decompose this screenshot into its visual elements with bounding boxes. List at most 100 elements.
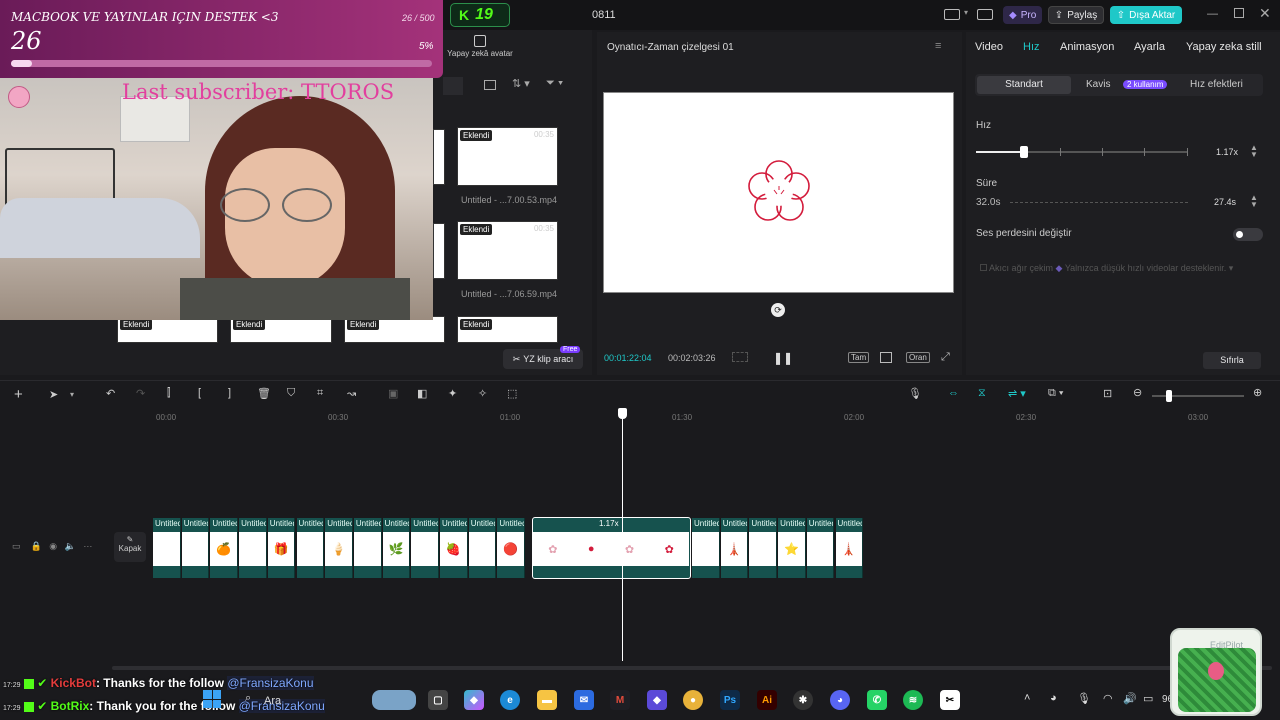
- task-view-icon[interactable]: ▢: [428, 690, 448, 710]
- timeline-clip[interactable]: Untitled 🎁: [267, 518, 296, 578]
- speed-slider-handle[interactable]: [1020, 146, 1028, 158]
- sort-icon[interactable]: ⇅ ▾: [512, 77, 530, 90]
- media-thumb[interactable]: Eklendi: [457, 316, 558, 343]
- tab-ai-style[interactable]: Yapay zeka still: [1186, 41, 1262, 53]
- close-icon[interactable]: ✕: [1259, 5, 1271, 22]
- menu-icon[interactable]: ≡: [935, 40, 941, 52]
- mail-icon[interactable]: ✉: [574, 690, 594, 710]
- tab-adjust[interactable]: Ayarla: [1134, 41, 1165, 53]
- trim-right-icon[interactable]: ]: [228, 387, 231, 399]
- export-button[interactable]: ⇧ Dışa Aktar: [1110, 6, 1182, 24]
- media-thumb[interactable]: Eklendi: [230, 316, 332, 343]
- delete-icon[interactable]: 🗑: [257, 387, 271, 400]
- split-icon[interactable]: ⫿: [167, 387, 171, 400]
- zoom-in-icon[interactable]: ⊕: [1253, 386, 1262, 399]
- media-thumb[interactable]: Eklendi 00:35: [457, 127, 558, 186]
- subtab-standard[interactable]: Standart: [977, 76, 1071, 94]
- linkage-icon[interactable]: ⇌ ▾: [1008, 387, 1026, 400]
- timeline-clip[interactable]: Untitled: [411, 518, 439, 578]
- gmail-icon[interactable]: M: [610, 690, 630, 710]
- waveform-icon[interactable]: [732, 352, 748, 362]
- shield-icon[interactable]: ⛉: [287, 387, 295, 400]
- tab-video[interactable]: Video: [975, 41, 1003, 53]
- tray-chevron-icon[interactable]: ˄: [1024, 692, 1030, 704]
- share-button[interactable]: ⇪ Paylaş: [1048, 6, 1104, 24]
- replay-icon[interactable]: ⟳: [771, 303, 785, 317]
- photoshop-icon[interactable]: Ps: [720, 690, 740, 710]
- tab-speed[interactable]: Hız: [1023, 41, 1040, 53]
- spotify-icon[interactable]: ≋: [903, 690, 923, 710]
- mirror-icon[interactable]: ◧: [417, 387, 427, 400]
- discord-icon[interactable]: ◕: [830, 690, 850, 710]
- start-icon[interactable]: [203, 690, 221, 708]
- smooth-checkbox[interactable]: [980, 264, 987, 271]
- grid-view-icon[interactable]: [484, 80, 496, 90]
- zoom-slider-handle[interactable]: [1166, 390, 1172, 402]
- link-icon[interactable]: ⇔: [948, 387, 959, 399]
- whatsapp-icon[interactable]: ✆: [867, 690, 887, 710]
- timeline-clip[interactable]: Untitled: [806, 518, 835, 578]
- screenshot-icon[interactable]: [880, 352, 892, 363]
- speed-curve-icon[interactable]: ↝: [347, 387, 356, 400]
- crop-icon[interactable]: ⌗: [317, 387, 323, 400]
- illustrator-icon[interactable]: Ai: [757, 690, 777, 710]
- select-tool-icon[interactable]: ➤: [49, 388, 58, 401]
- timeline-clip[interactable]: Untitled ⭐: [778, 518, 806, 578]
- cover-button[interactable]: ✎ Kapak: [114, 532, 146, 562]
- timeline-clip[interactable]: Untitled: [468, 518, 497, 578]
- timeline-clip[interactable]: Untitled 🗼: [720, 518, 749, 578]
- tray-mic-icon[interactable]: 🎙: [1077, 692, 1091, 705]
- taskbar-search-label[interactable]: Ara: [264, 695, 281, 707]
- timeline-clip[interactable]: Untitled: [239, 518, 267, 578]
- trim-left-icon[interactable]: [: [198, 387, 201, 399]
- speed-stepper-icon[interactable]: ▲ ▼: [1250, 144, 1258, 159]
- subtab-curve[interactable]: Kavis: [1086, 79, 1110, 90]
- vpn-icon[interactable]: ◆: [647, 690, 667, 710]
- add-icon[interactable]: +: [14, 386, 23, 403]
- pause-icon[interactable]: ❚❚: [773, 351, 793, 365]
- taskbar-search-icon[interactable]: ⌕: [245, 692, 251, 705]
- media-thumb[interactable]: Eklendi: [117, 316, 218, 343]
- playhead[interactable]: [622, 409, 623, 661]
- media-search-bar[interactable]: [443, 77, 463, 95]
- microphone-icon[interactable]: 🎙: [908, 387, 922, 400]
- ai-effect-icon[interactable]: ✦: [448, 387, 457, 400]
- tab-animation[interactable]: Animasyon: [1060, 41, 1114, 53]
- reset-button[interactable]: Sıfırla: [1203, 352, 1261, 369]
- hd-icon[interactable]: ⬚: [507, 387, 517, 400]
- layout-icon[interactable]: [944, 9, 960, 20]
- media-thumb[interactable]: [433, 129, 445, 185]
- minimize-icon[interactable]: —: [1207, 8, 1218, 20]
- fullscreen-icon[interactable]: ⤢: [941, 351, 950, 364]
- timeline-clip[interactable]: Untitled 🍊: [210, 518, 239, 578]
- timeline-clip[interactable]: Untitled: [692, 518, 720, 578]
- edge-icon[interactable]: e: [500, 690, 520, 710]
- media-thumb[interactable]: [433, 223, 445, 279]
- duration-value[interactable]: 27.4s: [1214, 197, 1236, 207]
- file-explorer-icon[interactable]: ▬: [537, 690, 557, 710]
- subtab-speed-effects[interactable]: Hız efektleri: [1190, 79, 1243, 90]
- timeline-clip[interactable]: Untitled: [181, 518, 210, 578]
- timeline-clip[interactable]: Untitled: [153, 518, 181, 578]
- battery-icon[interactable]: ▭: [1143, 692, 1153, 705]
- filter-icon[interactable]: ⏷ ▾: [546, 77, 563, 90]
- keyboard-icon[interactable]: [977, 9, 993, 20]
- tray-discord-icon[interactable]: ◕: [1050, 692, 1057, 704]
- full-quality-button[interactable]: Tam: [848, 352, 870, 363]
- timeline-clip[interactable]: Untitled 🗼: [835, 518, 864, 578]
- speed-value[interactable]: 1.17x: [1216, 147, 1238, 157]
- timeline-clip[interactable]: Untitled 🍦: [325, 518, 353, 578]
- chrome-icon[interactable]: ●: [683, 690, 703, 710]
- capcut-icon[interactable]: ✂: [940, 690, 960, 710]
- more-icon[interactable]: ···: [83, 541, 92, 551]
- timeline-clip[interactable]: Untitled 🔴: [497, 518, 526, 578]
- track-toggle-icon[interactable]: ▭: [12, 541, 21, 551]
- volume-icon[interactable]: 🔊: [1123, 692, 1137, 705]
- thumbnail-icon[interactable]: ⊡: [1103, 387, 1112, 400]
- preview-axis-icon[interactable]: ⧉ ▾: [1048, 387, 1064, 400]
- ai-avatar-tab[interactable]: Yapay zekâ avatar: [445, 35, 515, 58]
- timeline-clip[interactable]: Untitled: [749, 518, 778, 578]
- restore-icon[interactable]: [1234, 8, 1244, 18]
- pro-button[interactable]: ◆ Pro: [1003, 6, 1043, 24]
- wifi-icon[interactable]: ◠: [1103, 692, 1113, 705]
